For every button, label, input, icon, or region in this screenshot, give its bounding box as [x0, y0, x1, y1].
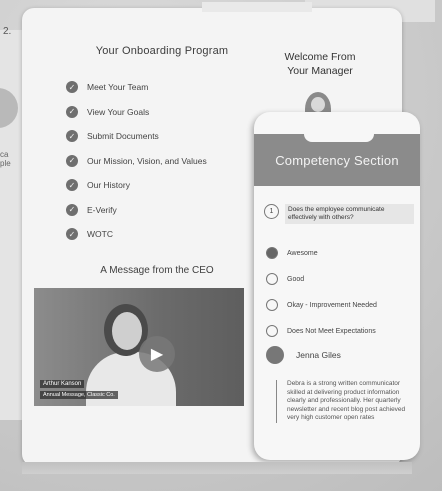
- check-icon: ✓: [66, 203, 78, 216]
- check-icon: ✓: [66, 179, 78, 192]
- check-icon: ✓: [66, 154, 78, 167]
- question-number: 1: [264, 204, 279, 219]
- onboarding-item-history[interactable]: ✓ Our History: [66, 173, 207, 198]
- option-label: Does Not Meet Expectations: [287, 327, 376, 335]
- check-icon: ✓: [66, 228, 78, 241]
- radio-icon[interactable]: [266, 325, 278, 337]
- left-panel: 2. ca ple: [0, 26, 22, 420]
- option-awesome[interactable]: Awesome: [266, 240, 377, 266]
- answer-options: Awesome Good Okay - Improvement Needed D…: [266, 240, 377, 344]
- question: 1 Does the employee communicate effectiv…: [264, 204, 414, 224]
- onboarding-item-label: Meet Your Team: [87, 82, 149, 93]
- onboarding-item-submit-documents[interactable]: ✓ Submit Documents: [66, 124, 207, 149]
- check-icon: ✓: [66, 130, 78, 143]
- onboarding-item-wotc[interactable]: ✓ WOTC: [66, 222, 207, 247]
- onboarding-list: ✓ Meet Your Team ✓ View Your Goals ✓ Sub…: [66, 75, 207, 247]
- onboarding-item-everify[interactable]: ✓ E-Verify: [66, 198, 207, 223]
- manager-welcome-title: Welcome From Your Manager: [284, 51, 356, 77]
- check-icon: ✓: [66, 105, 78, 118]
- option-does-not-meet[interactable]: Does Not Meet Expectations: [266, 318, 377, 344]
- option-label: Okay - Improvement Needed: [287, 301, 377, 309]
- reviewer-name: Jenna Giles: [296, 350, 341, 360]
- radio-icon[interactable]: [266, 299, 278, 311]
- ceo-message-title: A Message from the CEO: [100, 265, 214, 276]
- onboarding-item-meet-team[interactable]: ✓ Meet Your Team: [66, 75, 207, 100]
- phone-mockup: Competency Section 1 Does the employee c…: [254, 112, 420, 460]
- onboarding-item-label: View Your Goals: [87, 106, 150, 117]
- video-person-face: [112, 312, 142, 350]
- radio-icon[interactable]: [266, 273, 278, 285]
- phone-notch: [304, 124, 374, 142]
- onboarding-item-view-goals[interactable]: ✓ View Your Goals: [66, 100, 207, 125]
- ceo-video[interactable]: ▶ Arthur Kanson Annual Message, Classic …: [34, 288, 244, 406]
- radio-selected-icon[interactable]: [266, 247, 278, 259]
- step-number: 2.: [3, 26, 12, 37]
- play-icon[interactable]: ▶: [139, 336, 175, 372]
- left-panel-text: ca ple: [0, 150, 11, 168]
- onboarding-item-label: Submit Documents: [87, 131, 159, 142]
- reviewer: Jenna Giles: [266, 346, 341, 364]
- option-good[interactable]: Good: [266, 266, 377, 292]
- option-okay[interactable]: Okay - Improvement Needed: [266, 292, 377, 318]
- review-comment: Debra is a strong written communicator s…: [276, 380, 417, 423]
- card-tab: [202, 2, 312, 12]
- check-icon: ✓: [66, 81, 78, 94]
- card-shadow: [22, 462, 412, 474]
- option-label: Awesome: [287, 249, 318, 257]
- onboarding-item-label: E-Verify: [87, 204, 117, 215]
- option-label: Good: [287, 275, 305, 283]
- question-text: Does the employee communicate effectivel…: [285, 204, 414, 224]
- onboarding-item-label: Our History: [87, 180, 130, 191]
- onboarding-title: Your Onboarding Program: [95, 45, 229, 57]
- avatar: [0, 88, 18, 128]
- onboarding-item-mission[interactable]: ✓ Our Mission, Vision, and Values: [66, 149, 207, 174]
- avatar: [266, 346, 284, 364]
- onboarding-item-label: WOTC: [87, 229, 113, 240]
- video-caption-name: Arthur Kanson: [40, 380, 85, 388]
- onboarding-item-label: Our Mission, Vision, and Values: [87, 155, 207, 166]
- video-caption-subtitle: Annual Message, Classic Co.: [40, 391, 118, 399]
